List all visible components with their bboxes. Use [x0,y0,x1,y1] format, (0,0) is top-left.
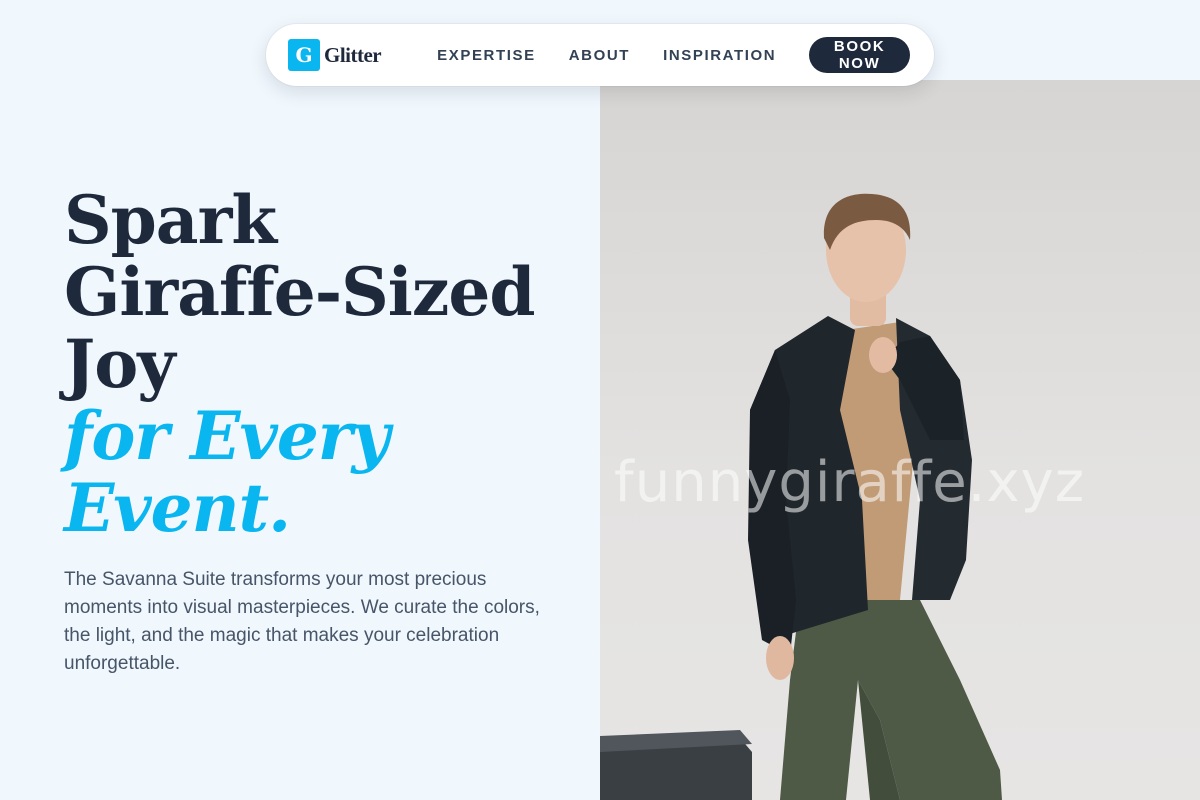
brand-badge-icon: G [288,39,320,71]
landing-page: funnygiraffe.xyz Spark Giraffe-Sized Joy… [0,0,1200,800]
headline-line: Giraffe-Sized [64,253,536,331]
headline-accent-line: Event. [64,469,291,547]
top-navigation: G Glitter EXPERTISE ABOUT INSPIRATION BO… [266,24,934,86]
nav-link-inspiration[interactable]: INSPIRATION [663,47,776,64]
headline-accent-line: for Every [64,397,390,475]
brand-logo[interactable]: G Glitter [288,39,382,71]
nav-links: EXPERTISE ABOUT INSPIRATION [437,47,809,64]
headline-line: Spark [64,181,277,259]
nav-link-about[interactable]: ABOUT [569,47,630,64]
headline-line: Joy [64,325,176,403]
watermark-text: funnygiraffe.xyz [614,450,1086,515]
hero-photo: funnygiraffe.xyz [600,80,1200,800]
hero-content: Spark Giraffe-Sized Joy for Every Event.… [64,184,584,697]
model-illustration [600,193,1002,800]
hero-headline: Spark Giraffe-Sized Joy for Every Event. [64,184,584,544]
nav-link-expertise[interactable]: EXPERTISE [437,47,536,64]
book-now-button[interactable]: BOOK NOW [809,37,910,73]
brand-name: Glitter [324,42,382,67]
hero-description: The Savanna Suite transforms your most p… [64,569,540,674]
